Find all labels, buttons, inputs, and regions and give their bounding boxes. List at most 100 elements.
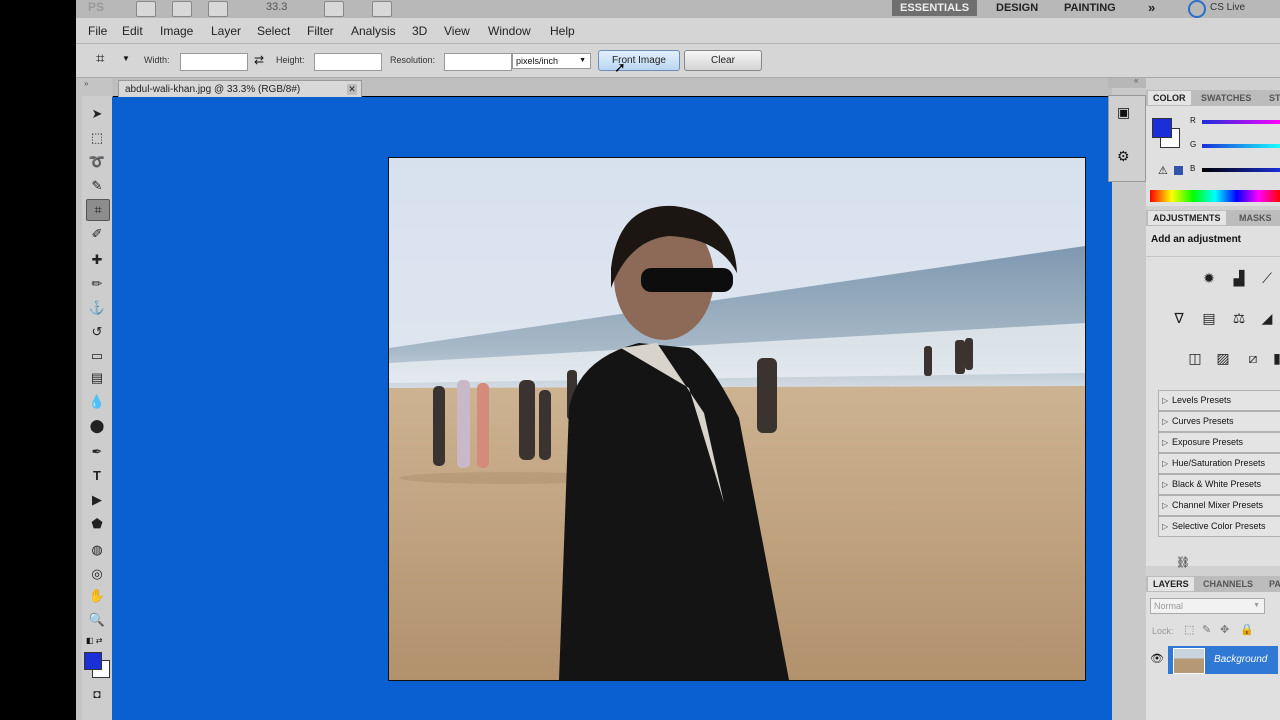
front-image-button[interactable]: Front Image — [598, 50, 680, 71]
zoom-level[interactable]: 33.3 — [266, 1, 287, 13]
lock-all-icon[interactable]: 🔒 — [1240, 623, 1254, 636]
levels-icon[interactable]: ▟ — [1228, 268, 1250, 288]
menu-help[interactable]: Help — [550, 24, 575, 38]
marquee-tool-icon[interactable]: ⬚ — [86, 128, 108, 148]
more-workspaces-button[interactable]: » — [1140, 0, 1163, 16]
gamut-warning-icon[interactable]: ⚠ — [1158, 164, 1168, 177]
brightness-contrast-icon[interactable]: ✹ — [1198, 268, 1220, 288]
width-field[interactable] — [180, 53, 248, 71]
workspace-essentials[interactable]: ESSENTIALS — [892, 0, 978, 16]
blend-mode-select[interactable]: Normal ▼ — [1150, 598, 1265, 614]
path-selection-tool-icon[interactable]: ▶ — [86, 490, 108, 510]
arrange-documents-button[interactable] — [324, 1, 344, 17]
dodge-tool-icon[interactable]: ⬤ — [86, 416, 108, 436]
screen-mode-button[interactable] — [372, 1, 392, 17]
curves-icon[interactable]: ⟋ — [1256, 268, 1278, 288]
brush-tool-icon[interactable]: ✏ — [86, 274, 108, 294]
default-colors-icon[interactable]: ◧ ⇄ — [86, 636, 102, 645]
tab-color[interactable]: COLOR — [1148, 91, 1191, 105]
menu-file[interactable]: File — [88, 24, 107, 38]
preset-curves[interactable]: ▷ Curves Presets — [1158, 411, 1280, 432]
blur-tool-icon[interactable]: 💧 — [86, 392, 108, 412]
swap-dimensions-icon[interactable]: ⇄ — [254, 53, 264, 67]
zoom-tool-icon[interactable]: 🔍 — [86, 610, 108, 630]
collapse-icon[interactable]: « — [1134, 76, 1138, 85]
clear-button[interactable]: Clear — [684, 50, 762, 71]
type-tool-icon[interactable]: T — [86, 466, 108, 486]
threshold-icon[interactable]: ▨ — [1212, 348, 1234, 368]
menu-view[interactable]: View — [444, 24, 470, 38]
view-extras-button[interactable] — [208, 1, 228, 17]
foreground-color-swatch[interactable] — [84, 652, 102, 670]
menu-edit[interactable]: Edit — [122, 24, 143, 38]
hand-tool-icon[interactable]: ✋ — [86, 586, 108, 606]
height-field[interactable] — [314, 53, 382, 71]
preset-black-white[interactable]: ▷ Black & White Presets — [1158, 474, 1280, 495]
tab-styles[interactable]: STYLES — [1264, 91, 1280, 105]
menu-filter[interactable]: Filter — [307, 24, 334, 38]
move-tool-icon[interactable]: ➤ — [86, 104, 108, 124]
document-tab[interactable]: abdul-wali-khan.jpg @ 33.3% (RGB/8#) ✕ — [118, 80, 362, 98]
resolution-unit-select[interactable]: pixels/inch ▼ — [512, 53, 591, 69]
eyedropper-tool-icon[interactable]: ✐ — [86, 224, 108, 244]
mini-bridge-button[interactable] — [172, 1, 192, 17]
bridge-button[interactable] — [136, 1, 156, 17]
selective-color-icon[interactable]: ▮ — [1266, 348, 1280, 368]
pen-tool-icon[interactable]: ✒ — [86, 442, 108, 462]
tab-layers[interactable]: LAYERS — [1148, 577, 1194, 591]
invert-icon[interactable]: ◫ — [1184, 348, 1206, 368]
color-ramp[interactable] — [1150, 190, 1280, 202]
resolution-field[interactable] — [444, 53, 512, 71]
menu-image[interactable]: Image — [160, 24, 193, 38]
preset-selective-color[interactable]: ▷ Selective Color Presets — [1158, 516, 1280, 537]
tab-swatches[interactable]: SWATCHES — [1196, 91, 1256, 105]
clip-to-layer-icon[interactable]: ⛓ — [1176, 556, 1190, 569]
layer-name[interactable]: Background — [1214, 654, 1267, 665]
history-brush-tool-icon[interactable]: ↺ — [86, 322, 108, 342]
crop-tool-preset-icon[interactable]: ⌗ — [96, 50, 104, 67]
tab-channels[interactable]: CHANNELS — [1198, 577, 1258, 591]
3d-orbit-tool-icon[interactable]: ◎ — [86, 564, 108, 584]
menu-layer[interactable]: Layer — [211, 24, 241, 38]
eraser-tool-icon[interactable]: ▭ — [86, 346, 108, 366]
gradient-map-icon[interactable]: ⧄ — [1242, 348, 1264, 368]
green-slider[interactable] — [1202, 144, 1280, 148]
lock-image-icon[interactable]: ✎ — [1202, 623, 1211, 636]
hue-saturation-icon[interactable]: ▤ — [1198, 308, 1220, 328]
close-icon[interactable]: ✕ — [347, 84, 357, 95]
tab-masks[interactable]: MASKS — [1234, 211, 1277, 225]
spot-healing-tool-icon[interactable]: ✚ — [86, 250, 108, 270]
color-balance-icon[interactable]: ⚖ — [1228, 308, 1250, 328]
clone-stamp-tool-icon[interactable]: ⚓ — [86, 298, 108, 318]
preset-channel-mixer[interactable]: ▷ Channel Mixer Presets — [1158, 495, 1280, 516]
tab-paths[interactable]: PATHS — [1264, 577, 1280, 591]
gradient-tool-icon[interactable]: ▤ — [86, 368, 108, 388]
tab-adjustments[interactable]: ADJUSTMENTS — [1148, 211, 1226, 225]
lock-position-icon[interactable]: ✥ — [1220, 623, 1229, 636]
vibrance-icon[interactable]: ∇ — [1168, 308, 1190, 328]
chevron-down-icon[interactable]: ▼ — [122, 54, 130, 63]
preset-hue-saturation[interactable]: ▷ Hue/Saturation Presets — [1158, 453, 1280, 474]
3d-rotate-tool-icon[interactable]: ◍ — [86, 540, 108, 560]
menu-analysis[interactable]: Analysis — [351, 24, 396, 38]
actions-panel-icon[interactable]: ⚙ — [1117, 148, 1130, 165]
quick-mask-icon[interactable]: ◘ — [86, 684, 108, 704]
menu-window[interactable]: Window — [488, 24, 531, 38]
lasso-tool-icon[interactable]: ➰ — [86, 152, 108, 172]
menu-3d[interactable]: 3D — [412, 24, 427, 38]
collapse-icon[interactable]: » — [84, 79, 88, 88]
red-slider[interactable] — [1202, 120, 1280, 124]
shape-tool-icon[interactable]: ⬟ — [86, 514, 108, 534]
preset-levels[interactable]: ▷ Levels Presets — [1158, 390, 1280, 411]
crop-tool-icon[interactable]: ⌗ — [86, 199, 110, 221]
eye-icon[interactable]: 👁 — [1150, 652, 1164, 665]
layer-row[interactable]: 👁 Background — [1146, 644, 1280, 676]
workspace-design[interactable]: DESIGN — [988, 0, 1046, 16]
lock-transparent-icon[interactable]: ⬚ — [1184, 623, 1194, 636]
quick-selection-tool-icon[interactable]: ✎ — [86, 176, 108, 196]
workspace-painting[interactable]: PAINTING — [1056, 0, 1124, 16]
blue-slider[interactable] — [1202, 168, 1280, 172]
history-panel-icon[interactable]: ▣ — [1117, 104, 1130, 121]
menu-select[interactable]: Select — [257, 24, 290, 38]
preset-exposure[interactable]: ▷ Exposure Presets — [1158, 432, 1280, 453]
